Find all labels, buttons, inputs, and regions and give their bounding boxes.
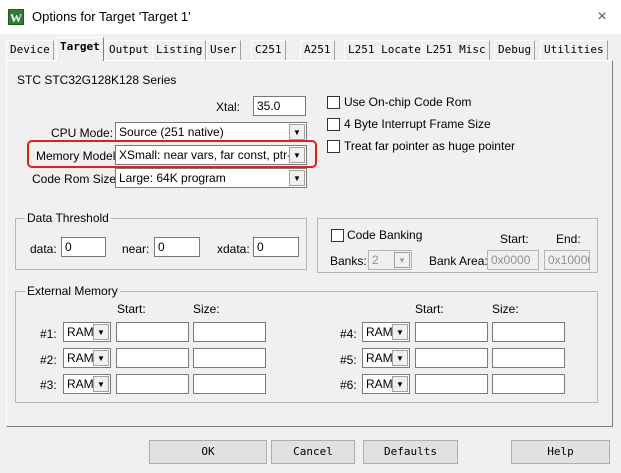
tab-c251[interactable]: C251 [251,40,286,60]
ext-row-2-size-input[interactable] [193,348,266,368]
tab-l251-misc[interactable]: L251 Misc [422,40,490,60]
ext-row-3-label: #3: [40,378,57,392]
ext-row-4-label: #4: [340,327,357,341]
bank-start-input[interactable]: 0x0000 [487,250,539,270]
tab-l251-locate[interactable]: L251 Locate [344,40,425,60]
data-threshold-input[interactable]: 0 [61,237,106,257]
ext-row-3-type: RAM [67,377,94,391]
ext-row-4-type-select[interactable]: RAM ▼ [362,322,410,342]
ext-row-1-type: RAM [67,325,94,339]
highlight-annotation [27,140,317,168]
tab-a251[interactable]: A251 [300,40,335,60]
near-label: near: [122,242,150,256]
ext-row-2-label: #2: [40,353,57,367]
close-icon[interactable]: × [590,6,614,28]
four-byte-frame-label: 4 Byte Interrupt Frame Size [344,117,491,131]
cpu-mode-label: CPU Mode: [51,126,114,140]
ext-row-4-start-input[interactable] [415,322,488,342]
ext-row-6-size-input[interactable] [492,374,565,394]
chevron-down-icon[interactable]: ▼ [93,350,109,366]
cpu-mode-value: Source (251 native) [119,125,224,139]
chevron-down-icon[interactable]: ▼ [289,124,305,140]
four-byte-frame-checkbox[interactable] [327,118,340,131]
xdata-threshold-input[interactable]: 0 [253,237,299,257]
defaults-button[interactable]: Defaults [363,440,458,464]
ext-row-5-label: #5: [340,353,357,367]
data-label: data: [30,242,57,256]
xtal-input[interactable]: 35.0 [253,96,306,116]
title-bar: W Options for Target 'Target 1' × [0,0,621,34]
chevron-down-icon[interactable]: ▼ [392,324,408,340]
code-rom-size-label: Code Rom Size: [32,172,120,186]
tab-utilities[interactable]: Utilities [540,40,608,60]
ext-row-1-size-input[interactable] [193,322,266,342]
banks-select[interactable]: 2 ▼ [368,250,412,270]
bank-area-label: Bank Area: [429,254,488,268]
chevron-down-icon[interactable]: ▼ [394,252,410,268]
ext-row-3-start-input[interactable] [116,374,189,394]
ok-button[interactable]: OK [149,440,267,464]
chevron-down-icon[interactable]: ▼ [93,324,109,340]
external-memory-title: External Memory [25,284,120,298]
code-rom-size-value: Large: 64K program [119,171,226,185]
code-banking-checkbox[interactable] [331,229,344,242]
ext-row-2-type: RAM [67,351,94,365]
tab-target[interactable]: Target [56,37,104,61]
ext-row-1-start-input[interactable] [116,322,189,342]
xtal-label: Xtal: [216,100,241,114]
far-pointer-checkbox[interactable] [327,140,340,153]
ext-row-5-type: RAM [366,351,393,365]
xdata-label: xdata: [217,242,250,256]
ext-row-6-label: #6: [340,378,357,392]
code-banking-label: Code Banking [347,228,423,242]
ext-row-3-size-input[interactable] [193,374,266,394]
use-onchip-label: Use On-chip Code Rom [344,95,472,109]
ext-row-5-type-select[interactable]: RAM ▼ [362,348,410,368]
bank-end-label: End: [556,232,581,246]
ext-row-6-type: RAM [366,377,393,391]
code-rom-size-select[interactable]: Large: 64K program ▼ [115,168,307,188]
ext-row-1-type-select[interactable]: RAM ▼ [63,322,111,342]
window-title: Options for Target 'Target 1' [32,9,191,24]
banks-value: 2 [372,253,379,267]
chevron-down-icon[interactable]: ▼ [392,376,408,392]
data-threshold-title: Data Threshold [25,211,111,225]
cancel-button[interactable]: Cancel [271,440,355,464]
chevron-down-icon[interactable]: ▼ [289,170,305,186]
ext-row-1-label: #1: [40,327,57,341]
tab-debug[interactable]: Debug [494,40,536,60]
ext-row-3-type-select[interactable]: RAM ▼ [63,374,111,394]
ext-row-2-type-select[interactable]: RAM ▼ [63,348,111,368]
tab-output[interactable]: Output [105,40,153,60]
help-button[interactable]: Help [511,440,610,464]
ext-row-4-type: RAM [366,325,393,339]
near-threshold-input[interactable]: 0 [154,237,200,257]
device-name: STC STC32G128K128 Series [17,73,177,87]
tab-device[interactable]: Device [6,40,54,60]
app-icon: W [8,9,24,25]
cpu-mode-select[interactable]: Source (251 native) ▼ [115,122,307,142]
far-pointer-label: Treat far pointer as huge pointer [344,139,515,153]
ext-size-label-right: Size: [492,302,519,316]
ext-row-5-size-input[interactable] [492,348,565,368]
banks-label: Banks: [330,254,367,268]
bank-end-input[interactable]: 0x10000 [544,250,590,270]
ext-start-label-right: Start: [415,302,444,316]
tab-user[interactable]: User [206,40,241,60]
ext-row-2-start-input[interactable] [116,348,189,368]
ext-row-6-start-input[interactable] [415,374,488,394]
ext-row-6-type-select[interactable]: RAM ▼ [362,374,410,394]
chevron-down-icon[interactable]: ▼ [93,376,109,392]
ext-row-5-start-input[interactable] [415,348,488,368]
ext-size-label-left: Size: [193,302,220,316]
bank-start-label: Start: [500,232,529,246]
chevron-down-icon[interactable]: ▼ [392,350,408,366]
ext-row-4-size-input[interactable] [492,322,565,342]
ext-start-label-left: Start: [117,302,146,316]
use-onchip-checkbox[interactable] [327,96,340,109]
tab-listing[interactable]: Listing [152,40,207,60]
